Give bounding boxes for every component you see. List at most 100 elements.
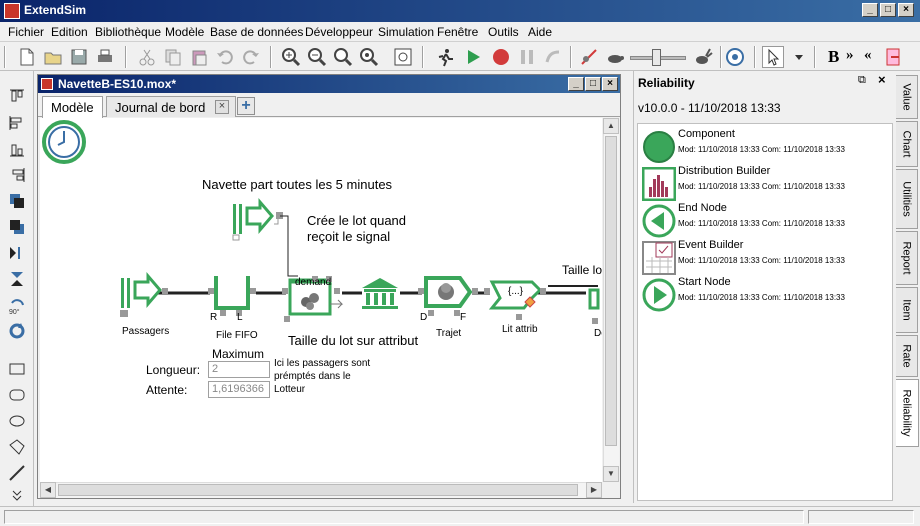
list-item[interactable]: Start Node Mod: 11/10/2018 13:33 Com: 11… <box>640 276 890 312</box>
runner-icon[interactable] <box>434 46 456 68</box>
line-tool-icon[interactable] <box>6 463 28 483</box>
dropdown-arrow-icon[interactable] <box>788 46 810 68</box>
menu-modele[interactable]: Modèle <box>165 25 204 39</box>
menu-fenetre[interactable]: Fenêtre <box>437 25 478 39</box>
file-fifo-block[interactable] <box>208 276 256 316</box>
open-folder-icon[interactable] <box>42 46 64 68</box>
scroll-left-icon[interactable]: ◀ <box>40 482 56 498</box>
menu-aide[interactable]: Aide <box>528 25 552 39</box>
scroll-up-icon[interactable]: ▲ <box>603 118 619 134</box>
shuttle-generator-block[interactable] <box>232 197 283 241</box>
list-item[interactable]: Component Mod: 11/10/2018 13:33 Com: 11/… <box>640 128 890 164</box>
paste-icon[interactable] <box>188 46 210 68</box>
print-icon[interactable] <box>94 46 116 68</box>
clock-icon[interactable] <box>42 120 86 164</box>
palette-more-icon[interactable] <box>6 485 28 505</box>
scroll-right-button[interactable]: » <box>846 47 854 64</box>
align-bottom-icon[interactable] <box>6 139 28 159</box>
model-close-button[interactable]: × <box>602 77 618 91</box>
bold-button[interactable]: B <box>828 47 839 67</box>
model-canvas[interactable]: Navette part toutes les 5 minutes Crée l… <box>40 118 602 482</box>
vertical-scrollbar[interactable]: ▲ ▼ <box>603 118 619 482</box>
pause-simulation-icon[interactable] <box>516 46 538 68</box>
zoom-in-icon[interactable] <box>280 46 302 68</box>
align-left-icon[interactable] <box>6 113 28 133</box>
scroll-down-icon[interactable]: ▼ <box>603 466 619 482</box>
menu-fichier[interactable]: Fichier <box>8 25 44 39</box>
copy-icon[interactable] <box>162 46 184 68</box>
stop-simulation-icon[interactable] <box>490 46 512 68</box>
passagers-block[interactable] <box>120 271 168 317</box>
scroll-right-icon[interactable]: ▶ <box>586 482 602 498</box>
slider-thumb[interactable] <box>652 49 661 66</box>
tab-modele[interactable]: Modèle <box>42 96 103 118</box>
rounded-rect-tool-icon[interactable] <box>6 385 28 405</box>
attente-label: Attente: <box>146 383 188 397</box>
save-icon[interactable] <box>68 46 90 68</box>
pointer-tool-icon[interactable] <box>762 46 784 68</box>
ellipse-tool-icon[interactable] <box>6 411 28 431</box>
side-tab-utilities[interactable]: Utilities <box>896 169 918 229</box>
undock-icon[interactable]: ⧉ <box>858 74 866 87</box>
model-maximize-button[interactable]: □ <box>585 77 601 91</box>
side-tab-item[interactable]: Item <box>896 287 918 333</box>
menu-developpeur[interactable]: Développeur <box>305 25 373 39</box>
menu-bibliotheque[interactable]: Bibliothèque <box>95 25 161 39</box>
menu-outils[interactable]: Outils <box>488 25 519 39</box>
step-icon[interactable] <box>542 46 564 68</box>
exit-icon[interactable] <box>882 46 904 68</box>
bring-front-icon[interactable] <box>6 191 28 211</box>
side-tab-chart[interactable]: Chart <box>896 121 918 167</box>
menu-base-de-donnees[interactable]: Base de données <box>210 25 303 39</box>
list-item[interactable]: End Node Mod: 11/10/2018 13:33 Com: 11/1… <box>640 202 890 238</box>
resource-pool-block[interactable] <box>362 278 398 309</box>
zoom-fit-icon[interactable] <box>358 46 380 68</box>
longueur-field[interactable]: 2 <box>208 361 270 378</box>
scroll-left-button[interactable]: « <box>864 47 872 64</box>
cut-icon[interactable] <box>136 46 158 68</box>
side-tab-reliability[interactable]: Reliability <box>896 379 919 447</box>
rectangle-tool-icon[interactable] <box>6 359 28 379</box>
polygon-tool-icon[interactable] <box>6 437 28 457</box>
redo-icon[interactable] <box>240 46 262 68</box>
rotate-icon[interactable] <box>6 321 28 341</box>
new-file-icon[interactable] <box>16 46 38 68</box>
close-tab-icon[interactable]: × <box>215 100 229 114</box>
port-r-label: R <box>210 312 218 323</box>
open-library-icon[interactable] <box>392 46 414 68</box>
zoom-icon[interactable] <box>332 46 354 68</box>
maximize-button[interactable]: □ <box>880 3 896 17</box>
fast-rabbit-icon[interactable] <box>692 46 714 68</box>
menu-simulation[interactable]: Simulation <box>378 25 434 39</box>
panel-close-icon[interactable]: × <box>878 72 886 87</box>
horizontal-scroll-thumb[interactable] <box>58 484 578 496</box>
maximum-label: Maximum <box>212 347 265 361</box>
side-tab-report[interactable]: Report <box>896 231 918 285</box>
flip-icon[interactable] <box>6 243 28 263</box>
undo-icon[interactable] <box>214 46 236 68</box>
align-top-icon[interactable] <box>6 87 28 107</box>
de-block[interactable] <box>588 288 600 324</box>
flip-vertical-icon[interactable] <box>6 269 28 289</box>
slow-turtle-icon[interactable] <box>604 46 626 68</box>
vertical-scroll-thumb[interactable] <box>605 136 617 446</box>
attente-field[interactable]: 1,6196366 <box>208 381 270 398</box>
list-item[interactable]: Distribution Builder Mod: 11/10/2018 13:… <box>640 165 890 201</box>
minimize-button[interactable]: _ <box>862 3 878 17</box>
list-item[interactable]: Event Builder Mod: 11/10/2018 13:33 Com:… <box>640 239 890 275</box>
side-tab-value[interactable]: Value <box>896 75 918 119</box>
rotate-90-icon[interactable]: 90° <box>6 295 28 315</box>
align-right-icon[interactable] <box>6 165 28 185</box>
menu-edition[interactable]: Edition <box>51 25 88 39</box>
model-minimize-button[interactable]: _ <box>568 77 584 91</box>
run-simulation-icon[interactable] <box>462 46 484 68</box>
trajet-block[interactable] <box>418 276 478 316</box>
horizontal-scrollbar[interactable]: ◀ ▶ <box>40 482 602 498</box>
animation-off-icon[interactable] <box>578 46 600 68</box>
add-tab-icon[interactable]: + <box>237 97 255 115</box>
send-back-icon[interactable] <box>6 217 28 237</box>
globe-icon[interactable] <box>724 46 746 68</box>
close-button[interactable]: × <box>898 3 914 17</box>
zoom-out-icon[interactable] <box>306 46 328 68</box>
side-tab-rate[interactable]: Rate <box>896 335 918 377</box>
